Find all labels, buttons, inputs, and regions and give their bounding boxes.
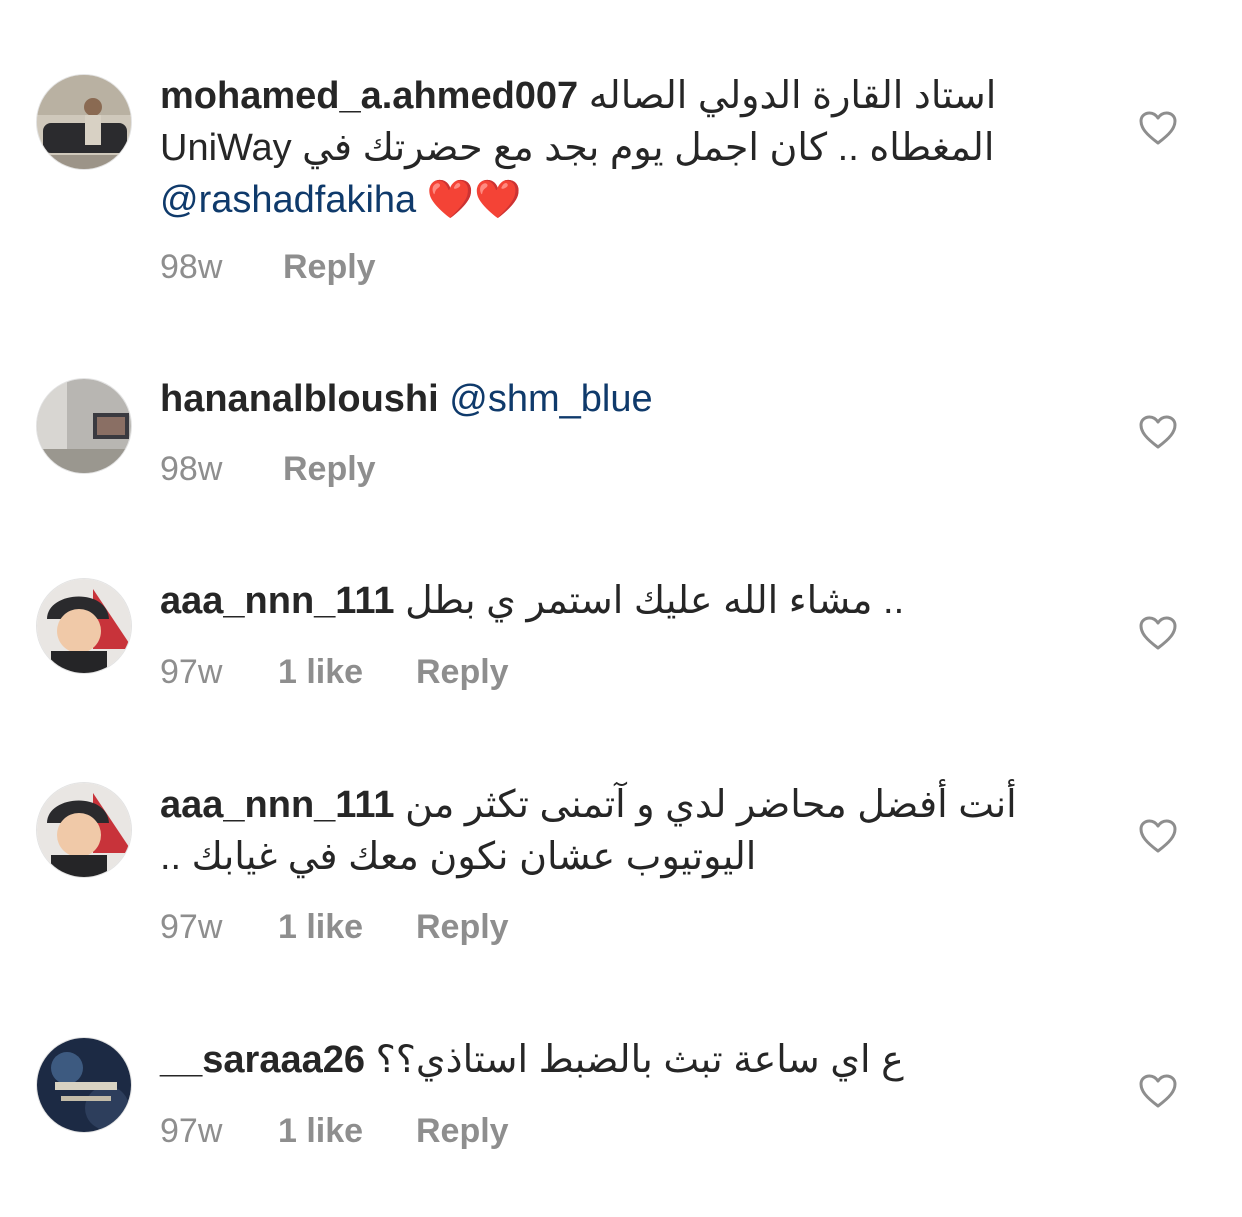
comment-username[interactable]: aaa_nnn_111 [160, 580, 395, 622]
comment-body: ع اي ساعة تبث بالضبط استاذي؟؟ [375, 1039, 904, 1081]
comment-body-line: المغطاه .. كان اجمل يوم بجد مع حضرتك في … [160, 127, 995, 169]
avatar[interactable] [36, 74, 132, 170]
comment-time: 97w [160, 653, 223, 691]
comment-time: 97w [160, 1112, 223, 1150]
avatar[interactable] [36, 1037, 132, 1133]
comment-time: 98w [160, 248, 223, 286]
comment-body-line: اليوتيوب عشان نكون معك في غيابك .. [160, 836, 757, 878]
comment-meta: 98w Reply [160, 248, 376, 287]
comment-text: __saraaa26 ع اي ساعة تبث بالضبط استاذي؟؟ [160, 1034, 1090, 1086]
comment-username[interactable]: aaa_nnn_111 [160, 784, 395, 826]
like-count[interactable]: 1 like [278, 1112, 416, 1151]
heart-outline-icon[interactable] [1138, 414, 1178, 450]
comment-time: 98w [160, 450, 223, 488]
comment-meta: 97w 1 like Reply [160, 908, 509, 947]
comment-meta: 98w Reply [160, 450, 376, 489]
reply-button[interactable]: Reply [283, 248, 376, 287]
comment-body: مشاء الله عليك استمر ي بطل .. [405, 580, 905, 622]
reply-button[interactable]: Reply [283, 450, 376, 489]
mention-link[interactable]: @rashadfakiha [160, 179, 416, 221]
avatar[interactable] [36, 782, 132, 878]
reply-button[interactable]: Reply [416, 908, 509, 947]
reply-button[interactable]: Reply [416, 653, 509, 692]
comment-username[interactable]: mohamed_a.ahmed007 [160, 75, 578, 117]
heart-outline-icon[interactable] [1138, 110, 1178, 146]
comment-text: aaa_nnn_111 مشاء الله عليك استمر ي بطل .… [160, 575, 1090, 627]
comment-username[interactable]: __saraaa26 [160, 1039, 365, 1081]
comment-meta: 97w 1 like Reply [160, 1112, 509, 1151]
like-count[interactable]: 1 like [278, 908, 416, 947]
comment-body: أنت أفضل محاضر لدي و آتمنى تكثر من [405, 784, 1017, 826]
comment-text: hananalbloushi @shm_blue [160, 373, 1090, 425]
heart-outline-icon[interactable] [1138, 615, 1178, 651]
comment-meta: 97w 1 like Reply [160, 653, 509, 692]
comment-time: 97w [160, 908, 223, 946]
like-count[interactable]: 1 like [278, 653, 416, 692]
avatar[interactable] [36, 578, 132, 674]
heart-outline-icon[interactable] [1138, 818, 1178, 854]
comment-body: استاد القارة الدولي الصاله [588, 75, 997, 117]
avatar[interactable] [36, 378, 132, 474]
mention-link[interactable]: @shm_blue [449, 378, 652, 420]
comment-text: mohamed_a.ahmed007 استاد القارة الدولي ا… [160, 70, 1090, 226]
reply-button[interactable]: Reply [416, 1112, 509, 1151]
heart-emoji: ❤️❤️ [426, 179, 522, 221]
comment-username[interactable]: hananalbloushi [160, 378, 439, 420]
heart-outline-icon[interactable] [1138, 1073, 1178, 1109]
comment-text: aaa_nnn_111 أنت أفضل محاضر لدي و آتمنى ت… [160, 779, 1090, 883]
